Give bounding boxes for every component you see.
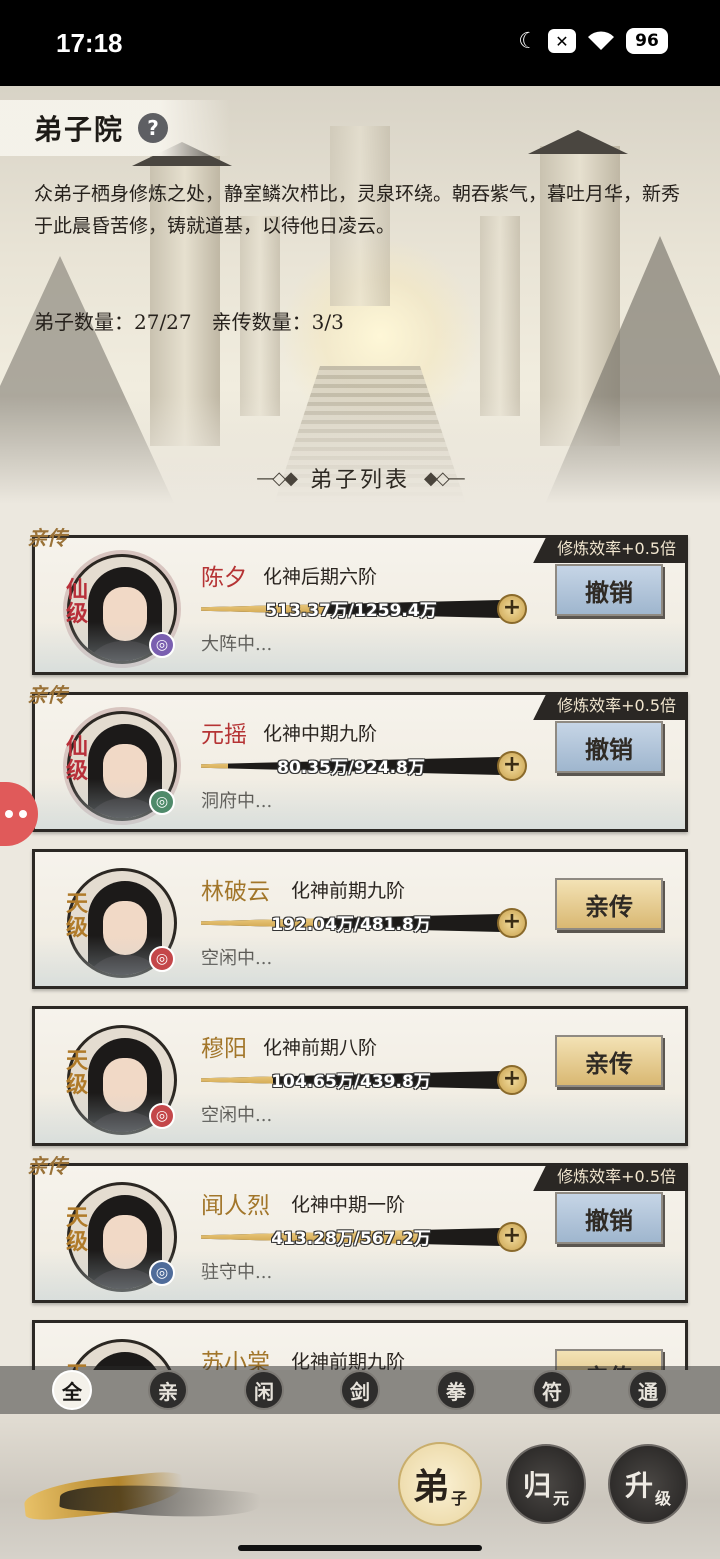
disciple-card[interactable]: 亲传 修炼效率+0.5倍 天级 ◎ 闻人烈 化神中期一阶 413.28万/567… xyxy=(27,1154,688,1303)
grade-label: 仙级 xyxy=(65,734,88,784)
revoke-button[interactable]: 撤销 xyxy=(555,564,663,616)
disciple-count: 弟子数量：27/27 xyxy=(34,310,192,334)
close-box-icon: ✕ xyxy=(548,29,576,53)
section-header: —◇◆ 弟子列表 ◆◇— xyxy=(0,462,720,494)
nav-upgrade-main: 升 xyxy=(624,1469,653,1502)
disciple-list[interactable]: 亲传 修炼效率+0.5倍 仙级 ◎ 陈夕 化神后期六阶 513.37万/1259… xyxy=(0,515,720,1370)
cultivation-bonus-badge: 修炼效率+0.5倍 xyxy=(533,535,688,563)
make-direct-button[interactable]: 亲传 xyxy=(555,1035,663,1087)
disciple-status: 大阵中... xyxy=(201,634,273,655)
grade-label: 仙级 xyxy=(65,577,88,627)
section-title: 弟子列表 xyxy=(309,468,410,493)
bottom-nav: 弟子 归元 升级 xyxy=(0,1414,720,1559)
cultivation-progress-text: 192.04万/481.8万 xyxy=(271,915,431,935)
disciple-counts: 弟子数量：27/27 亲传数量：3/3 xyxy=(34,306,344,335)
grade-label: 天级 xyxy=(65,1048,88,1098)
direct-disciple-tag: 亲传 xyxy=(27,1154,67,1178)
vortex-icon: ◎ xyxy=(149,789,175,815)
disciple-realm: 化神中期九阶 xyxy=(263,723,378,745)
swirl-icon: ◎ xyxy=(149,632,175,658)
filter-chip-5[interactable]: 符 xyxy=(532,1370,572,1410)
add-cultivation-button[interactable]: + xyxy=(497,751,527,781)
page-header: 弟子院 ? xyxy=(0,100,230,156)
disciple-card[interactable]: 亲传 修炼效率+0.5倍 仙级 ◎ 陈夕 化神后期六阶 513.37万/1259… xyxy=(27,526,688,675)
page-description: 众弟子栖身修炼之处，静室鳞次栉比，灵泉环绕。朝吞紫气，暮吐月华，新秀于此晨昏苦修… xyxy=(34,183,681,237)
home-indicator[interactable] xyxy=(238,1545,482,1551)
filter-chip-1[interactable]: 亲 xyxy=(148,1370,188,1410)
fist-icon: ◎ xyxy=(149,1103,175,1129)
disciple-name: 元摇 xyxy=(201,722,247,748)
ornament-left-icon: —◇◆ xyxy=(256,467,298,489)
status-time: 17:18 xyxy=(56,28,123,58)
add-cultivation-button[interactable]: + xyxy=(497,908,527,938)
page-title: 弟子院 xyxy=(34,113,125,146)
cultivation-progress-text: 513.37万/1259.4万 xyxy=(265,601,437,621)
disciple-realm: 化神后期六阶 xyxy=(263,566,378,588)
disciple-name: 闻人烈 xyxy=(201,1193,270,1219)
disciple-name: 穆阳 xyxy=(201,1036,247,1062)
nav-return-sub: 元 xyxy=(553,1489,570,1508)
nav-disciples-button[interactable]: 弟子 xyxy=(398,1442,482,1526)
direct-count: 亲传数量：3/3 xyxy=(211,310,344,334)
cultivation-progress-text: 80.35万/924.8万 xyxy=(277,758,425,778)
disciple-status: 空闲中... xyxy=(201,1105,273,1126)
disciple-realm: 化神前期九阶 xyxy=(291,880,406,902)
nav-upgrade-button[interactable]: 升级 xyxy=(608,1444,688,1524)
filter-bar: 全亲闲剑拳符通 xyxy=(0,1366,720,1414)
disciple-realm: 化神前期八阶 xyxy=(263,1037,378,1059)
grade-label: 天级 xyxy=(65,1205,88,1255)
status-bar: 17:18 ☾ ✕ 96 xyxy=(0,0,720,86)
add-cultivation-button[interactable]: + xyxy=(497,594,527,624)
add-cultivation-button[interactable]: + xyxy=(497,1065,527,1095)
nav-disciples-main: 弟 xyxy=(412,1466,449,1508)
direct-disciple-tag: 亲传 xyxy=(27,526,67,550)
disciple-realm: 化神中期一阶 xyxy=(291,1194,406,1216)
disciple-card[interactable]: 天级 ◎ 穆阳 化神前期八阶 104.65万/439.8万 + 空闲中... 亲… xyxy=(32,1006,688,1146)
direct-disciple-tag: 亲传 xyxy=(27,683,67,707)
disciple-card[interactable]: 亲传 修炼效率+0.5倍 仙级 ◎ 元摇 化神中期九阶 80.35万/924.8… xyxy=(27,683,688,832)
revoke-button[interactable]: 撤销 xyxy=(555,1192,663,1244)
nav-return-button[interactable]: 归元 xyxy=(506,1444,586,1524)
moon-icon: ☾ xyxy=(518,28,538,54)
grade-label: 天级 xyxy=(65,891,88,941)
make-direct-button[interactable]: 亲传 xyxy=(555,878,663,930)
nav-disciples-sub: 子 xyxy=(451,1489,468,1508)
nav-upgrade-sub: 级 xyxy=(655,1489,672,1508)
cultivation-progress-text: 413.28万/567.2万 xyxy=(271,1229,431,1249)
disciple-name: 林破云 xyxy=(201,879,270,905)
cultivation-bonus-badge: 修炼效率+0.5倍 xyxy=(533,692,688,720)
nav-return-main: 归 xyxy=(522,1469,551,1502)
fist-icon: ◎ xyxy=(149,946,175,972)
add-cultivation-button[interactable]: + xyxy=(497,1222,527,1252)
disciple-card[interactable]: 天级 ◎ 苏小棠 化神前期九阶 + 亲传 xyxy=(32,1320,688,1370)
grade-label: 天级 xyxy=(57,1363,97,1370)
ornament-right-icon: ◆◇— xyxy=(424,467,466,489)
disciple-status: 洞府中... xyxy=(201,791,273,812)
battery-icon: 96 xyxy=(626,28,668,54)
disciple-status: 驻守中... xyxy=(201,1262,273,1283)
cultivation-progress-text: 104.65万/439.8万 xyxy=(271,1072,431,1092)
disciple-card[interactable]: 天级 ◎ 林破云 化神前期九阶 192.04万/481.8万 + 空闲中... … xyxy=(32,849,688,989)
cultivation-bonus-badge: 修炼效率+0.5倍 xyxy=(533,1163,688,1191)
disciple-name: 陈夕 xyxy=(201,565,247,591)
filter-chip-6[interactable]: 通 xyxy=(628,1370,668,1410)
sword-icon: ◎ xyxy=(149,1260,175,1286)
wifi-icon xyxy=(586,30,616,52)
filter-chip-4[interactable]: 拳 xyxy=(436,1370,476,1410)
disciple-status: 空闲中... xyxy=(201,948,273,969)
filter-chip-2[interactable]: 闲 xyxy=(244,1370,284,1410)
filter-chip-3[interactable]: 剑 xyxy=(340,1370,380,1410)
filter-chip-0[interactable]: 全 xyxy=(52,1370,92,1410)
help-icon[interactable]: ? xyxy=(138,113,169,143)
revoke-button[interactable]: 撤销 xyxy=(555,721,663,773)
